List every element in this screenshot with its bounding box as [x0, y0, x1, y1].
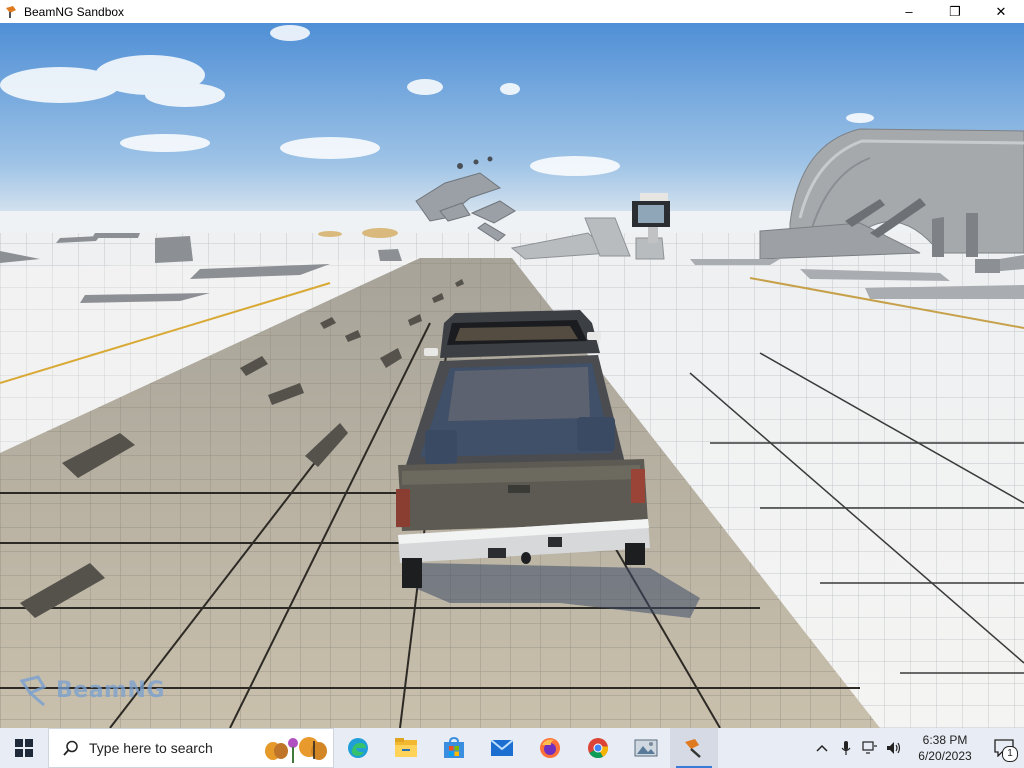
- notification-count-badge: 1: [1002, 746, 1018, 762]
- mail-icon: [490, 739, 514, 756]
- photos-icon: [634, 739, 658, 757]
- beamng-app-icon: [6, 5, 16, 18]
- microphone-icon[interactable]: [834, 728, 858, 768]
- mail-taskbar-button[interactable]: [478, 728, 526, 768]
- clock-time: 6:38 PM: [922, 733, 968, 747]
- edge-icon: [348, 738, 368, 758]
- show-hidden-icons-chevron-icon[interactable]: [810, 728, 834, 768]
- taskbar: Type here to search 6:38 PM 6/20/2023 1: [0, 728, 1024, 768]
- minimize-button[interactable]: –: [886, 0, 932, 23]
- beamng-icon: [685, 739, 701, 758]
- butterflies-search-highlight-icon: [265, 737, 327, 763]
- beamng-taskbar-button[interactable]: [670, 728, 718, 768]
- windows-logo-icon: [15, 739, 33, 757]
- file-explorer-icon: [395, 738, 417, 757]
- photos-taskbar-button[interactable]: [622, 728, 670, 768]
- watermark-text: BeamNG: [56, 677, 165, 703]
- maximize-button[interactable]: ❐: [932, 0, 978, 23]
- file-explorer-taskbar-button[interactable]: [382, 728, 430, 768]
- chrome-icon: [588, 738, 609, 759]
- window-title: BeamNG Sandbox: [24, 4, 125, 19]
- clock-date: 6/20/2023: [918, 749, 972, 763]
- firefox-icon: [540, 738, 560, 758]
- beamng-logo-icon: [19, 675, 47, 707]
- close-button[interactable]: ✕: [978, 0, 1024, 23]
- taskbar-clock[interactable]: 6:38 PM 6/20/2023: [906, 732, 984, 764]
- search-placeholder: Type here to search: [89, 740, 213, 756]
- taskbar-search-box[interactable]: Type here to search: [48, 728, 334, 768]
- beamng-watermark: BeamNG: [18, 673, 165, 707]
- chrome-taskbar-button[interactable]: [574, 728, 622, 768]
- system-tray: 6:38 PM 6/20/2023 1: [810, 728, 1024, 768]
- search-icon: [63, 740, 78, 756]
- volume-icon[interactable]: [882, 728, 906, 768]
- microsoft-store-taskbar-button[interactable]: [430, 728, 478, 768]
- start-button[interactable]: [0, 728, 48, 768]
- window-title-bar[interactable]: BeamNG Sandbox – ❐ ✕: [0, 0, 1024, 23]
- game-viewport[interactable]: BeamNG: [0, 23, 1024, 728]
- firefox-taskbar-button[interactable]: [526, 728, 574, 768]
- microsoft-store-icon: [444, 737, 464, 758]
- network-icon[interactable]: [858, 728, 882, 768]
- notification-center-button[interactable]: 1: [984, 728, 1024, 768]
- game-scene: [0, 23, 1024, 728]
- edge-taskbar-button[interactable]: [334, 728, 382, 768]
